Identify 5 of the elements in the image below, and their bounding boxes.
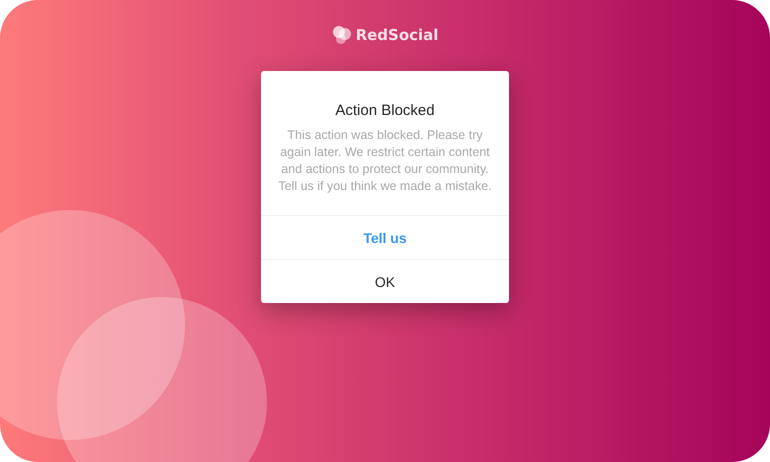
dialog-message: This action was blocked. Please try again later. We restrict certain content and actions to protect our community. Tell us if you think we made a mistake. xyxy=(277,127,493,195)
dialog-title: Action Blocked xyxy=(334,102,436,119)
ok-button[interactable]: OK xyxy=(261,259,509,303)
bubbles-logo-icon xyxy=(332,25,352,45)
brand-name: RedSocial xyxy=(356,26,438,44)
